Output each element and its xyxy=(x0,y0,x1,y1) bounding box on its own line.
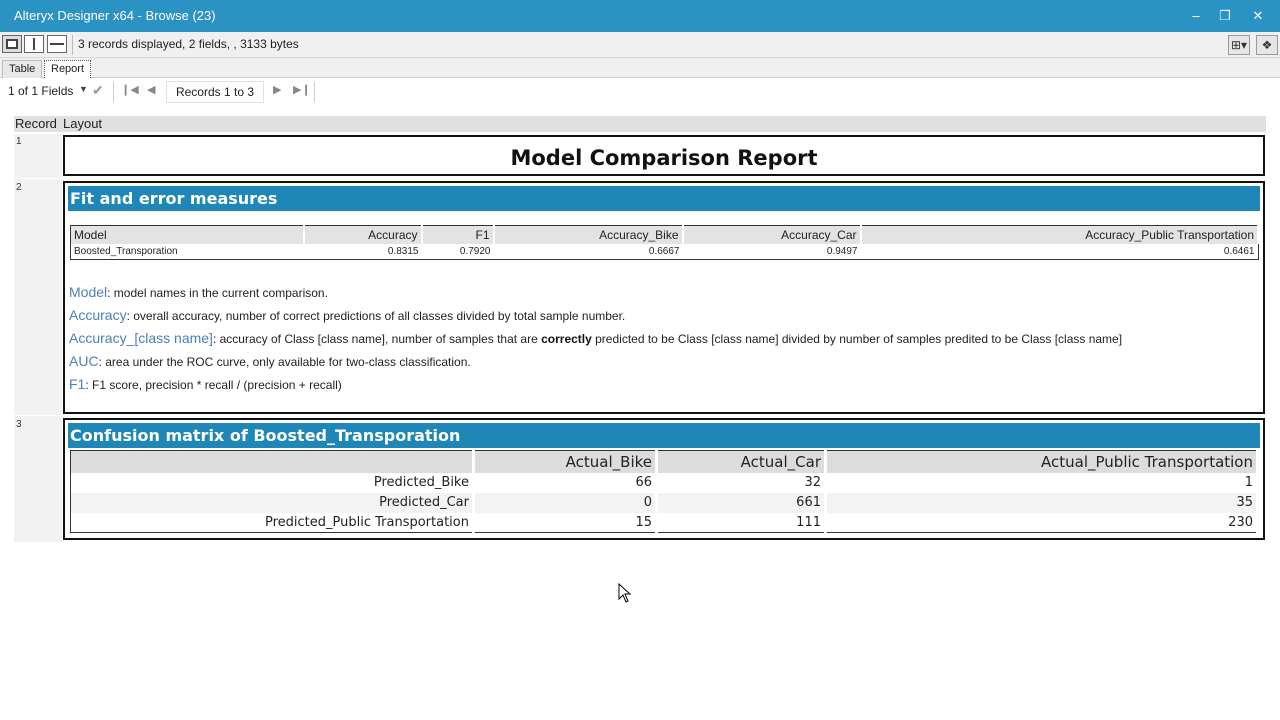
column-header-record[interactable]: Record xyxy=(15,116,57,131)
split-vertical-icon[interactable] xyxy=(24,35,44,53)
close-icon[interactable]: ✕ xyxy=(1248,6,1268,26)
table-cell: 111 xyxy=(656,512,827,533)
grid-header: Record Layout xyxy=(14,116,1266,132)
row-number: 1 xyxy=(16,136,22,147)
confusion-matrix-table: Actual_Bike Actual_Car Actual_Public Tra… xyxy=(70,450,1259,533)
table-cell: 66 xyxy=(473,472,658,493)
fit-measures-table: Model Accuracy F1 Accuracy_Bike Accuracy… xyxy=(70,225,1259,260)
browse-toolbar: 3 records displayed, 2 fields, , 3133 by… xyxy=(0,32,1280,58)
previous-record-icon[interactable]: ◀ xyxy=(147,83,155,96)
tab-table[interactable]: Table xyxy=(2,60,43,78)
table-cell: 32 xyxy=(656,472,827,493)
definition-text: : overall accuracy, number of correct pr… xyxy=(126,309,626,323)
pin-icon[interactable]: ❖ xyxy=(1256,35,1278,55)
column-header: Accuracy_Public Transportation xyxy=(860,225,1259,244)
table-cell: 0.7920 xyxy=(459,245,491,257)
table-cell: 0.6461 xyxy=(1223,245,1255,257)
definition-item: Model: model names in the current compar… xyxy=(69,281,1122,304)
fit-measures-box: Fit and error measures Model Accuracy F1… xyxy=(63,181,1265,414)
window-title: Alteryx Designer x64 - Browse (23) xyxy=(14,8,216,23)
split-horizontal-icon[interactable] xyxy=(47,35,67,53)
row-label: Predicted_Car xyxy=(70,492,475,513)
confusion-matrix-box: Confusion matrix of Boosted_Transporatio… xyxy=(63,418,1265,540)
last-record-icon[interactable]: ▶❙ xyxy=(293,83,311,96)
next-record-icon[interactable]: ▶ xyxy=(273,83,281,96)
records-range: Records 1 to 3 xyxy=(166,81,264,103)
definition-item: Accuracy: overall accuracy, number of co… xyxy=(69,304,1122,327)
definition-text: predicted to be Class [class name] divid… xyxy=(591,332,1123,346)
chevron-down-icon[interactable]: ▼ xyxy=(79,84,88,94)
title-bar: Alteryx Designer x64 - Browse (23) – ❐ ✕ xyxy=(0,0,1280,32)
table-cell: 0.6667 xyxy=(648,245,680,257)
table-cell: 661 xyxy=(656,492,827,513)
definition-term: Accuracy_[class name] xyxy=(69,330,213,346)
table-cell: 0.8315 xyxy=(387,245,419,257)
view-tabs: Table Report xyxy=(0,58,1280,78)
row-label: Predicted_Bike xyxy=(70,472,475,493)
first-record-icon[interactable]: ❙◀ xyxy=(121,83,139,96)
table-row: Boosted_Transporation 0.8315 0.7920 0.66… xyxy=(71,244,1259,260)
record-navigation: 1 of 1 Fields ▼ ✔ ❙◀ ◀ Records 1 to 3 ▶ … xyxy=(0,78,1280,106)
table-cell: 35 xyxy=(825,492,1259,513)
expand-icon[interactable]: ⊞▾ xyxy=(1228,35,1250,55)
row-number: 2 xyxy=(16,182,22,193)
definition-term: Model xyxy=(69,284,108,300)
column-header: F1 xyxy=(421,225,495,244)
row-number: 3 xyxy=(16,419,22,430)
table-cell: 0 xyxy=(473,492,658,513)
definition-emphasis: correctly xyxy=(541,332,592,346)
section-heading: Fit and error measures xyxy=(68,186,1260,211)
column-header: Actual_Bike xyxy=(473,450,658,473)
table-row: Predicted_Car 0 661 35 xyxy=(70,492,1259,513)
mouse-cursor-icon xyxy=(618,583,632,603)
definition-term: AUC xyxy=(69,353,99,369)
definition-item: Accuracy_[class name]: accuracy of Class… xyxy=(69,327,1122,350)
column-header: Accuracy_Car xyxy=(682,225,862,244)
record-status: 3 records displayed, 2 fields, , 3133 by… xyxy=(78,37,299,51)
table-cell: 230 xyxy=(825,512,1259,533)
report-title-box: Model Comparison Report xyxy=(63,135,1265,176)
column-header: Model xyxy=(70,225,305,244)
single-pane-icon[interactable] xyxy=(2,35,22,53)
definition-text: : model names in the current comparison. xyxy=(107,286,328,300)
table-cell: 0.9497 xyxy=(826,245,858,257)
table-header-row: Model Accuracy F1 Accuracy_Bike Accuracy… xyxy=(70,225,1259,244)
table-cell: Boosted_Transporation xyxy=(74,245,178,257)
definition-term: F1 xyxy=(69,376,86,392)
tab-report[interactable]: Report xyxy=(44,60,92,78)
table-row: Predicted_Bike 66 32 1 xyxy=(70,472,1259,493)
table-cell: 15 xyxy=(473,512,658,533)
column-header: Actual_Public Transportation xyxy=(825,450,1259,473)
definition-text: : accuracy of Class [class name], number… xyxy=(212,332,542,346)
definitions-list: Model: model names in the current compar… xyxy=(69,281,1122,396)
row-label: Predicted_Public Transportation xyxy=(70,512,475,533)
column-header: Accuracy_Bike xyxy=(493,225,684,244)
column-header-layout[interactable]: Layout xyxy=(63,116,102,131)
restore-icon[interactable]: ❐ xyxy=(1215,6,1235,26)
column-header xyxy=(70,450,475,473)
section-heading: Confusion matrix of Boosted_Transporatio… xyxy=(68,423,1260,448)
table-header-row: Actual_Bike Actual_Car Actual_Public Tra… xyxy=(70,450,1259,473)
column-header: Actual_Car xyxy=(656,450,827,473)
definition-item: F1: F1 score, precision * recall / (prec… xyxy=(69,373,1122,396)
fields-selector[interactable]: 1 of 1 Fields xyxy=(8,84,73,98)
definition-term: Accuracy xyxy=(69,307,127,323)
definition-text: : area under the ROC curve, only availab… xyxy=(98,355,471,369)
definition-text: : F1 score, precision * recall / (precis… xyxy=(85,378,342,392)
table-cell: 1 xyxy=(825,472,1259,493)
definition-item: AUC: area under the ROC curve, only avai… xyxy=(69,350,1122,373)
check-icon[interactable]: ✔ xyxy=(92,82,104,99)
report-title: Model Comparison Report xyxy=(510,146,818,170)
column-header: Accuracy xyxy=(303,225,423,244)
minimize-icon[interactable]: – xyxy=(1186,6,1206,26)
table-row: Predicted_Public Transportation 15 111 2… xyxy=(70,512,1259,533)
